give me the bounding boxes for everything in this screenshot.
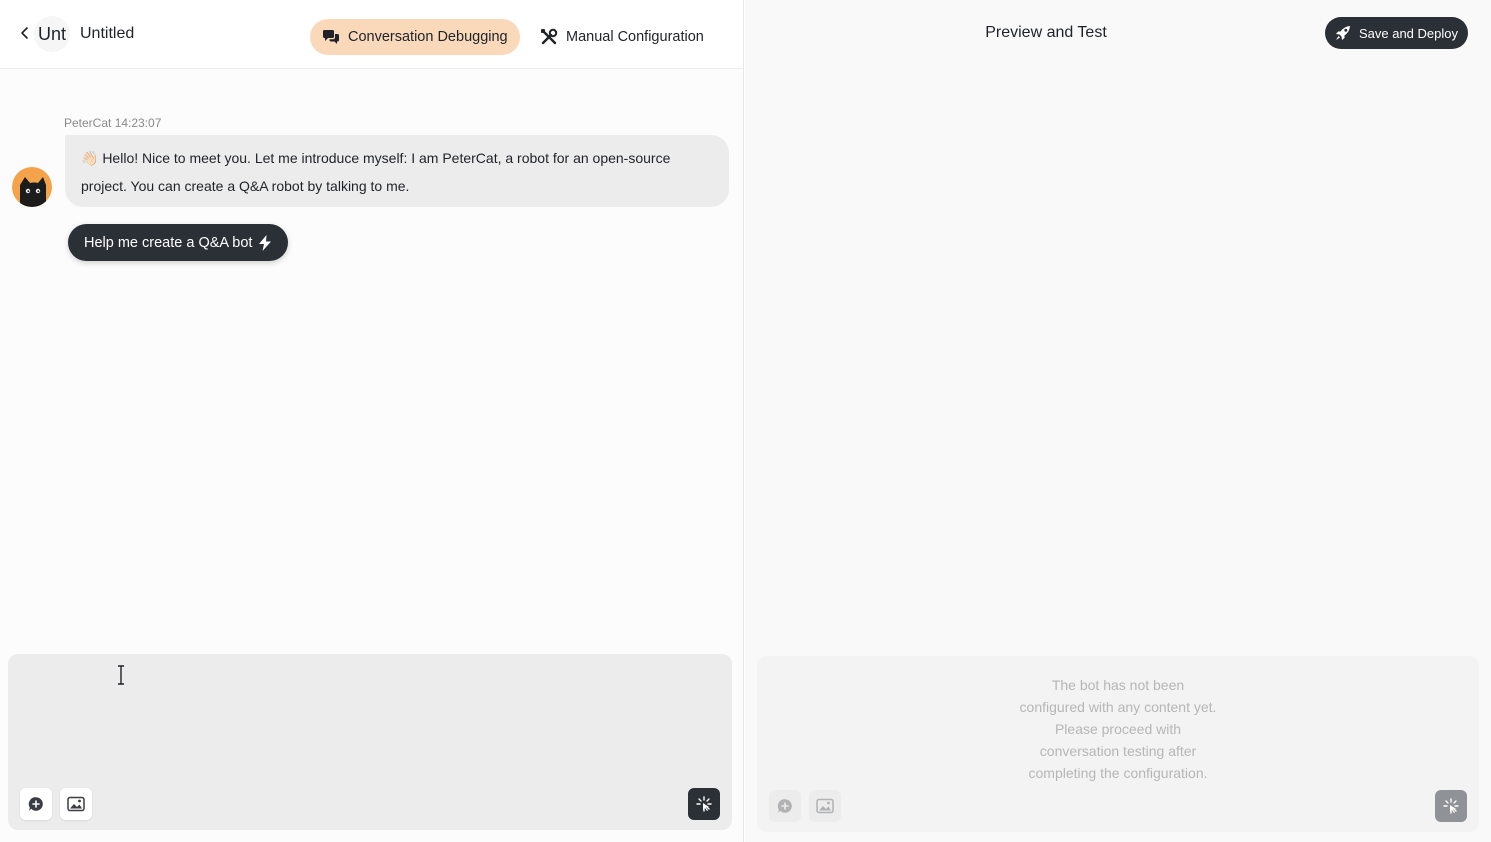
preview-title: Preview and Test bbox=[985, 24, 1107, 41]
tab-manual-configuration[interactable]: Manual Configuration bbox=[528, 19, 718, 55]
preview-send-button[interactable] bbox=[1435, 790, 1467, 822]
preview-panel: Preview and Test Save and Deploy The bot… bbox=[745, 0, 1491, 842]
lightning-icon bbox=[259, 234, 272, 251]
bot-message-bubble: 👋🏻 Hello! Nice to meet you. Let me intro… bbox=[65, 135, 729, 207]
preview-empty-message: The bot has not been configured with any… bbox=[1019, 677, 1217, 781]
config-header: Unt Untitled Conversation Debugging Manu… bbox=[0, 0, 743, 69]
image-icon bbox=[816, 798, 834, 814]
chat-plus-icon bbox=[28, 797, 43, 811]
back-button[interactable] bbox=[14, 22, 36, 44]
send-button[interactable] bbox=[688, 788, 720, 820]
new-chat-button[interactable] bbox=[20, 788, 52, 820]
sparkle-cursor-icon bbox=[1443, 798, 1459, 814]
rocket-icon bbox=[1335, 26, 1350, 40]
tab-conversation-debugging[interactable]: Conversation Debugging bbox=[310, 19, 520, 55]
tab-label: Conversation Debugging bbox=[348, 29, 508, 45]
sparkle-cursor-icon bbox=[696, 796, 712, 812]
tab-label: Manual Configuration bbox=[566, 29, 704, 45]
quick-action-button[interactable]: Help me create a Q&A bot bbox=[68, 224, 289, 261]
tools-icon bbox=[541, 28, 558, 45]
bot-avatar-placeholder[interactable]: Unt bbox=[34, 16, 70, 52]
cat-icon bbox=[20, 177, 46, 207]
message-meta: PeterCat 14:23:07 bbox=[64, 116, 162, 130]
preview-composer: The bot has not been configured with any… bbox=[757, 656, 1479, 832]
petercat-avatar bbox=[12, 167, 52, 207]
preview-new-chat-button[interactable] bbox=[769, 790, 801, 822]
quick-action-label: Help me create a Q&A bot bbox=[84, 234, 253, 251]
save-and-deploy-button[interactable]: Save and Deploy bbox=[1325, 17, 1468, 49]
deploy-label: Save and Deploy bbox=[1358, 25, 1458, 41]
chat-bubbles-icon bbox=[323, 30, 339, 44]
bot-name-field[interactable]: Untitled bbox=[80, 23, 260, 45]
upload-image-button[interactable] bbox=[60, 788, 92, 820]
preview-upload-image-button[interactable] bbox=[809, 790, 841, 822]
config-panel: Unt Untitled Conversation Debugging Manu… bbox=[0, 0, 744, 842]
text-cursor-icon bbox=[118, 665, 124, 685]
chevron-left-icon bbox=[21, 27, 28, 39]
chat-plus-icon bbox=[777, 799, 792, 813]
image-icon bbox=[67, 796, 85, 812]
